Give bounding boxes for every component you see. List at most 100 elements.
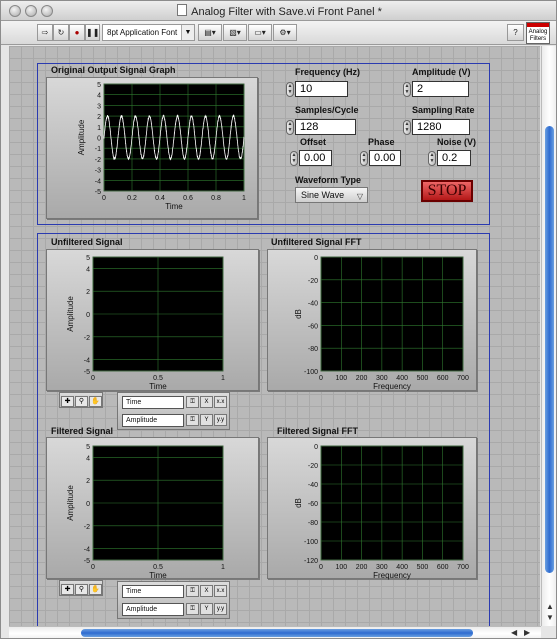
y-tick-label: 3 (97, 103, 101, 110)
run-continuously-icon[interactable]: ↻ (53, 24, 69, 41)
sampling-rate-input[interactable]: 1280 (412, 119, 470, 135)
offset-input[interactable]: 0.00 (299, 150, 332, 166)
x-tick-label: 0.2 (127, 195, 137, 202)
y-tick-label: 2 (97, 114, 101, 121)
phase-spinner[interactable]: ▲ ▼ (360, 151, 368, 166)
abort-icon[interactable]: ● (69, 24, 85, 41)
offset-label: Offset (300, 137, 327, 147)
scroll-left-icon[interactable]: ◀ (511, 628, 517, 637)
y-axis-label: Amplitude (77, 119, 86, 155)
vi-icon-text-1: Analog (528, 29, 548, 35)
y-tick-label: -20 (308, 278, 318, 285)
lock-icon[interactable]: ⚿ (186, 603, 199, 615)
x-tick-label: 200 (356, 564, 368, 571)
distribute-objects-icon[interactable]: ▧▾ (223, 24, 247, 41)
format-y-icon[interactable]: y.y (214, 603, 227, 615)
x-tick-label: 1 (221, 375, 225, 382)
amplitude-axis-name[interactable]: Amplitude (122, 603, 184, 616)
autoscale-y-icon[interactable]: Y (200, 603, 213, 615)
stop-button[interactable]: STOP (421, 180, 473, 202)
horizontal-scrollbar[interactable]: ◀ ▶ (9, 626, 541, 638)
original-graph-plot[interactable]: 543210-1-2-3-4-50 0.2 0.4 0.6 0.8 1TimeAmplit… (76, 80, 256, 220)
reorder-icon[interactable]: ⚙▾ (273, 24, 297, 41)
frequency-spinner[interactable]: ▲ ▼ (286, 82, 294, 97)
filtered-fft-plot[interactable]: 0-20-40-60-80-100-1200 100 200 300 400 500 600… (283, 444, 475, 580)
run-arrow-icon[interactable]: ⇨ (37, 24, 53, 41)
format-x-icon[interactable]: x.x (214, 396, 227, 408)
frequency-input[interactable]: 10 (295, 81, 348, 97)
x-tick-label: 0 (102, 195, 106, 202)
y-tick-label: -40 (308, 482, 318, 489)
pause-icon[interactable]: ❚❚ (85, 24, 100, 41)
sampling-rate-spinner[interactable]: ▲ ▼ (403, 120, 411, 135)
scroll-down-icon[interactable]: ▼ (546, 613, 554, 622)
samples-per-cycle-spinner[interactable]: ▲ ▼ (286, 120, 294, 135)
vertical-scrollbar[interactable]: ▲ ▼ (541, 46, 556, 626)
y-tick-label: 2 (86, 289, 90, 296)
unfiltered-graph-palette: ✚ ⚲ ✋ (59, 392, 103, 408)
x-axis-label: Time (149, 571, 167, 580)
phase-input[interactable]: 0.00 (369, 150, 401, 166)
font-select[interactable]: 8pt Application Font ▼ (102, 24, 195, 41)
x-tick-label: 0.5 (153, 375, 163, 382)
resize-objects-icon[interactable]: ▭▾ (248, 24, 272, 41)
zoom-icon[interactable]: ⚲ (75, 396, 88, 407)
scroll-up-icon[interactable]: ▲ (546, 602, 554, 611)
time-axis-name[interactable]: Time (122, 585, 184, 598)
x-tick-label: 0 (319, 564, 323, 571)
plot-area (320, 256, 464, 372)
y-tick-label: 5 (97, 82, 101, 89)
help-icon[interactable]: ? (507, 24, 524, 41)
y-tick-label: 5 (86, 255, 90, 262)
y-tick-label: 2 (86, 478, 90, 485)
format-y-icon[interactable]: y.y (214, 414, 227, 426)
format-x-icon[interactable]: x.x (214, 585, 227, 597)
y-tick-label: 5 (86, 444, 90, 451)
amplitude-spinner[interactable]: ▲ ▼ (403, 82, 411, 97)
samples-per-cycle-input[interactable]: 128 (295, 119, 356, 135)
autoscale-x-icon[interactable]: X (200, 396, 213, 408)
x-tick-label: 0 (91, 375, 95, 382)
y-tick-label: -2 (95, 157, 101, 164)
amplitude-axis-name[interactable]: Amplitude (122, 414, 184, 427)
filtered-graph-plot[interactable]: 5420-2-4-50 0.5 1TimeAmplitude (63, 444, 257, 580)
horizontal-scroll-thumb[interactable] (81, 629, 473, 637)
y-tick-label: -1 (95, 146, 101, 153)
noise-input[interactable]: 0.2 (437, 150, 471, 166)
y-tick-label: 0 (314, 444, 318, 451)
lock-icon[interactable]: ⚿ (186, 396, 199, 408)
amplitude-input[interactable]: 2 (412, 81, 469, 97)
x-tick-label: 0 (319, 375, 323, 382)
x-tick-label: 600 (437, 564, 449, 571)
y-tick-label: -20 (308, 463, 318, 470)
waveform-type-label: Waveform Type (295, 175, 362, 185)
lock-icon[interactable]: ⚿ (186, 414, 199, 426)
pan-hand-icon[interactable]: ✋ (89, 584, 102, 595)
window-title: Analog Filter with Save.vi Front Panel * (191, 6, 382, 18)
cursor-move-icon[interactable]: ✚ (61, 396, 74, 407)
noise-spinner[interactable]: ▲ ▼ (428, 151, 436, 166)
zoom-icon[interactable]: ⚲ (75, 584, 88, 595)
time-axis-name[interactable]: Time (122, 396, 184, 409)
unfiltered-graph-plot[interactable]: 5420-2-4-50 0.5 1TimeAmplitude (63, 255, 257, 391)
y-tick-label: -4 (95, 178, 101, 185)
vertical-scroll-thumb[interactable] (545, 126, 554, 573)
cursor-move-icon[interactable]: ✚ (61, 584, 74, 595)
lock-icon[interactable]: ⚿ (186, 585, 199, 597)
scroll-right-icon[interactable]: ▶ (524, 628, 530, 637)
waveform-type-select[interactable]: Sine Wave ▽ (295, 187, 368, 203)
align-objects-icon[interactable]: ▤▾ (198, 24, 222, 41)
x-tick-label: 0.6 (183, 195, 193, 202)
pan-hand-icon[interactable]: ✋ (89, 396, 102, 407)
autoscale-y-icon[interactable]: Y (200, 414, 213, 426)
samples-per-cycle-label: Samples/Cycle (295, 105, 359, 115)
y-tick-label: -5 (95, 189, 101, 196)
unfiltered-fft-plot[interactable]: 0-20-40-60-80-1000 100 200 300 400 500 600 700F… (283, 255, 475, 391)
autoscale-x-icon[interactable]: X (200, 585, 213, 597)
sampling-rate-label: Sampling Rate (412, 105, 475, 115)
y-tick-label: -60 (308, 501, 318, 508)
x-axis-label: Frequency (373, 571, 411, 580)
x-tick-label: 200 (356, 375, 368, 382)
y-tick-label: 0 (86, 312, 90, 319)
offset-spinner[interactable]: ▲ ▼ (290, 151, 298, 166)
